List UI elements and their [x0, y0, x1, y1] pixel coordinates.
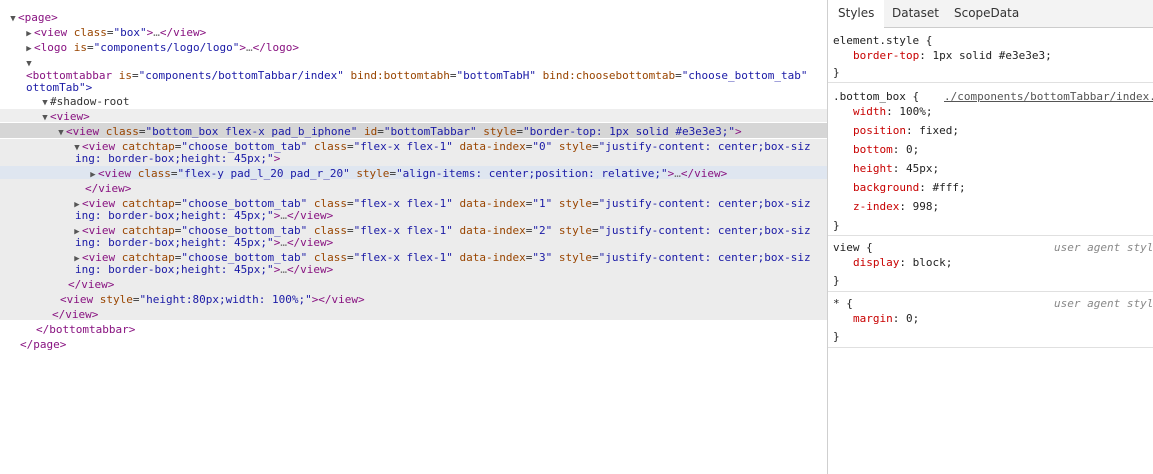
style-property[interactable]: display: block;: [853, 256, 952, 269]
style-property[interactable]: margin: 0;: [853, 312, 919, 325]
tree-row-shadow-root[interactable]: ▼ #shadow-root: [40, 95, 129, 108]
tree-row-bottomtabbar-toggle[interactable]: ▼: [24, 56, 34, 69]
rule-closing-brace: }: [833, 66, 840, 79]
styles-side-panel: Styles Dataset ScopeData element.style {…: [828, 0, 1153, 474]
tab-scopedata[interactable]: ScopeData: [944, 0, 1029, 27]
tree-row-logo[interactable]: ▶ <logo is="components/logo/logo">…</logo…: [24, 41, 299, 54]
rule-closing-brace: }: [833, 274, 840, 287]
style-rule-element-style[interactable]: element.style { border-top: 1px solid #e…: [828, 28, 1153, 83]
rule-closing-brace: }: [833, 330, 840, 343]
tree-row-view[interactable]: ▼ <view>: [40, 110, 89, 125]
collapse-triangle-icon[interactable]: ▶: [24, 28, 34, 41]
rule-source-link[interactable]: ./components/bottomTabbar/index.: [944, 90, 1153, 103]
tree-row-bottom-box-close: </view>: [68, 278, 115, 291]
tree-row-tab-item-1-wrap: ing: border-box;height: 45px;">…</view>: [75, 209, 334, 222]
style-rule-universal[interactable]: * { user agent styl margin: 0; }: [828, 292, 1153, 348]
tree-row-bottom-box[interactable]: ▼ <view class="bottom_box flex-x pad_b_ip…: [56, 125, 741, 140]
tree-row-inner-view[interactable]: ▶ <view class="flex-y pad_l_20 pad_r_20" …: [88, 167, 727, 180]
tree-row-bottomtabbar-wrap: ottomTab">: [26, 81, 93, 94]
style-property[interactable]: position: fixed;: [853, 124, 959, 137]
side-panel-tabs: Styles Dataset ScopeData: [828, 0, 1153, 28]
style-property[interactable]: background: #fff;: [853, 181, 966, 194]
style-property[interactable]: height: 45px;: [853, 162, 939, 175]
tree-row-tab-item-0-wrap: ing: border-box;height: 45px;">: [75, 152, 281, 165]
tab-styles[interactable]: Styles: [828, 0, 885, 28]
rule-source-user-agent: user agent styl: [1054, 297, 1153, 310]
tree-row-tab-item-2-wrap: ing: border-box;height: 45px;">…</view>: [75, 236, 334, 249]
expand-triangle-icon[interactable]: ▼: [8, 13, 18, 26]
tree-row-bottomtabbar[interactable]: <bottomtabbar is="components/bottomTabba…: [26, 69, 808, 82]
rule-selector: element.style {: [833, 34, 933, 47]
style-property[interactable]: width: 100%;: [853, 105, 933, 118]
shadow-root-band: [0, 109, 827, 122]
rule-selector: .bottom_box {: [833, 90, 920, 103]
collapse-triangle-icon[interactable]: ▶: [88, 169, 98, 182]
expand-triangle-icon[interactable]: ▼: [40, 97, 50, 110]
tree-row-spacer-view[interactable]: <view style="height:80px;width: 100%;"><…: [60, 293, 365, 306]
expand-triangle-icon[interactable]: ▼: [56, 127, 66, 140]
style-rule-bottom-box[interactable]: .bottom_box { ./components/bottomTabbar/…: [828, 83, 1153, 236]
rule-source-user-agent: user agent styl: [1054, 241, 1153, 254]
tree-row-view-close: </view>: [85, 182, 132, 195]
tree-row-view-close-2: </view>: [52, 308, 99, 321]
style-rule-view[interactable]: view { user agent styl display: block; }: [828, 236, 1153, 292]
collapse-triangle-icon[interactable]: ▶: [24, 43, 34, 56]
expand-triangle-icon[interactable]: ▼: [40, 112, 50, 125]
elements-tree-panel: ▼ <page> ▶ <view class="box">…</view> ▶ <lo…: [0, 0, 827, 474]
rule-selector: * {: [833, 297, 853, 310]
tree-row-bottomtabbar-close: </bottomtabbar>: [36, 323, 136, 336]
style-property[interactable]: bottom: 0;: [853, 143, 919, 156]
tree-row-view-box[interactable]: ▶ <view class="box">…</view>: [24, 26, 206, 39]
tab-dataset[interactable]: Dataset: [882, 0, 949, 27]
rule-closing-brace: }: [833, 219, 840, 232]
tree-row-tab-item-3-wrap: ing: border-box;height: 45px;">…</view>: [75, 263, 334, 276]
style-property[interactable]: border-top: 1px solid #e3e3e3;: [853, 49, 1052, 62]
tree-row-page-close: </page>: [20, 338, 67, 351]
tree-row-page[interactable]: ▼ <page>: [8, 11, 57, 26]
rule-selector: view {: [833, 241, 873, 254]
style-property[interactable]: z-index: 998;: [853, 200, 939, 213]
